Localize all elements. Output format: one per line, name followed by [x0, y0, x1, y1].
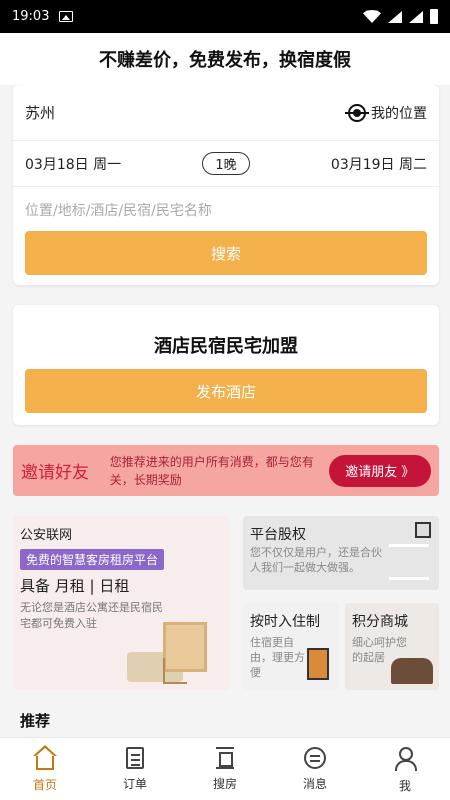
invite-banner[interactable]: 邀请好友 您推荐进来的用户所有消费，都与您有关，长期奖励 邀请朋友 》 — [13, 445, 439, 496]
hourly-stay-tile[interactable]: 按时入住制 住宿更自由，理更方便 — [243, 603, 339, 690]
mall-title: 积分商城 — [352, 614, 408, 630]
tab-home[interactable]: 首页 — [0, 738, 90, 800]
checkin-date[interactable]: 03月18日 周一 — [25, 154, 121, 174]
checkout-date[interactable]: 03月19日 周二 — [331, 154, 427, 174]
equity-title: 平台股权 — [250, 527, 306, 543]
tab-orders[interactable]: 订单 — [90, 738, 180, 800]
publish-hotel-button[interactable]: 发布酒店 — [25, 369, 427, 413]
date-row: 03月18日 周一 1晚 03月19日 周二 — [13, 141, 439, 187]
wifi-icon — [363, 10, 381, 23]
artwork-illustration — [307, 648, 329, 680]
tab-profile-label: 我 — [398, 779, 411, 793]
invite-friends-button[interactable]: 邀请朋友 》 — [328, 454, 431, 487]
status-time: 19:03 — [12, 9, 50, 24]
city-row: 苏州 我的位置 — [13, 85, 439, 141]
tab-profile[interactable]: 我 — [360, 738, 450, 800]
message-icon — [304, 747, 326, 769]
page-title: 不赚差价，免费发布，换宿度假 — [0, 33, 450, 85]
frame-illustration — [415, 522, 431, 538]
signal-icon-2 — [409, 10, 423, 23]
search-card: 苏州 我的位置 03月18日 周一 1晚 03月19日 周二 位置/地标/酒店/… — [13, 85, 439, 285]
my-location-button[interactable]: 我的位置 — [345, 103, 427, 123]
city-selector[interactable]: 苏州 — [25, 102, 55, 123]
search-house-icon — [215, 747, 235, 769]
invite-title: 邀请好友 — [21, 463, 89, 483]
signal-icon — [388, 10, 402, 23]
gallery-icon — [59, 11, 74, 22]
my-location-label: 我的位置 — [371, 105, 427, 122]
join-card: 酒店民宿民宅加盟 发布酒店 — [13, 305, 439, 425]
profile-icon — [394, 747, 417, 771]
armchair-illustration — [391, 658, 433, 684]
tab-search-house[interactable]: 搜房 — [180, 738, 270, 800]
police-title: 公安联网 — [20, 528, 73, 543]
tab-home-label: 首页 — [32, 778, 57, 792]
keyword-input[interactable]: 位置/地标/酒店/民宿/民宅名称 — [13, 187, 439, 233]
search-button[interactable]: 搜索 — [25, 231, 427, 275]
invite-desc: 您推荐进来的用户所有消费，都与您有关，长期奖励 — [109, 454, 314, 487]
shelf-illustration — [389, 544, 429, 580]
recommend-title: 推荐 — [20, 712, 51, 730]
hourly-title: 按时入住制 — [250, 614, 320, 630]
points-mall-tile[interactable]: 积分商城 细心呵护您的起居 — [345, 603, 439, 690]
police-rent-types: 具备 月租 | 日租 — [20, 577, 130, 595]
location-target-icon — [345, 103, 369, 122]
police-desc: 无论您是酒店公寓还是民宿民宅都可免费入驻 — [20, 601, 163, 630]
tab-messages-label: 消息 — [302, 777, 327, 791]
bottom-tab-bar: 首页 订单 搜房 消息 我 — [0, 737, 450, 800]
order-icon — [126, 747, 144, 769]
tab-orders-label: 订单 — [122, 777, 147, 791]
tab-search-house-label: 搜房 — [212, 777, 237, 791]
status-bar: 19:03 — [0, 0, 450, 33]
home-icon — [33, 745, 57, 770]
hourly-desc: 住宿更自由，理更方便 — [250, 636, 305, 679]
status-icons — [363, 9, 438, 24]
tab-messages[interactable]: 消息 — [270, 738, 360, 800]
police-network-tile[interactable]: 公安联网 免费的智慧客房租房平台 具备 月租 | 日租 无论您是酒店公寓还是民宿… — [13, 516, 229, 690]
battery-icon — [430, 9, 438, 24]
equity-tile[interactable]: 平台股权 您不仅仅是用户，还是合伙人我们一起做大做强。 — [243, 516, 439, 590]
deer-illustration — [163, 658, 187, 684]
equity-desc: 您不仅仅是用户，还是合伙人我们一起做大做强。 — [250, 546, 382, 574]
police-badge: 免费的智慧客房租房平台 — [20, 549, 165, 570]
join-title: 酒店民宿民宅加盟 — [154, 336, 298, 357]
nights-badge: 1晚 — [202, 152, 250, 175]
